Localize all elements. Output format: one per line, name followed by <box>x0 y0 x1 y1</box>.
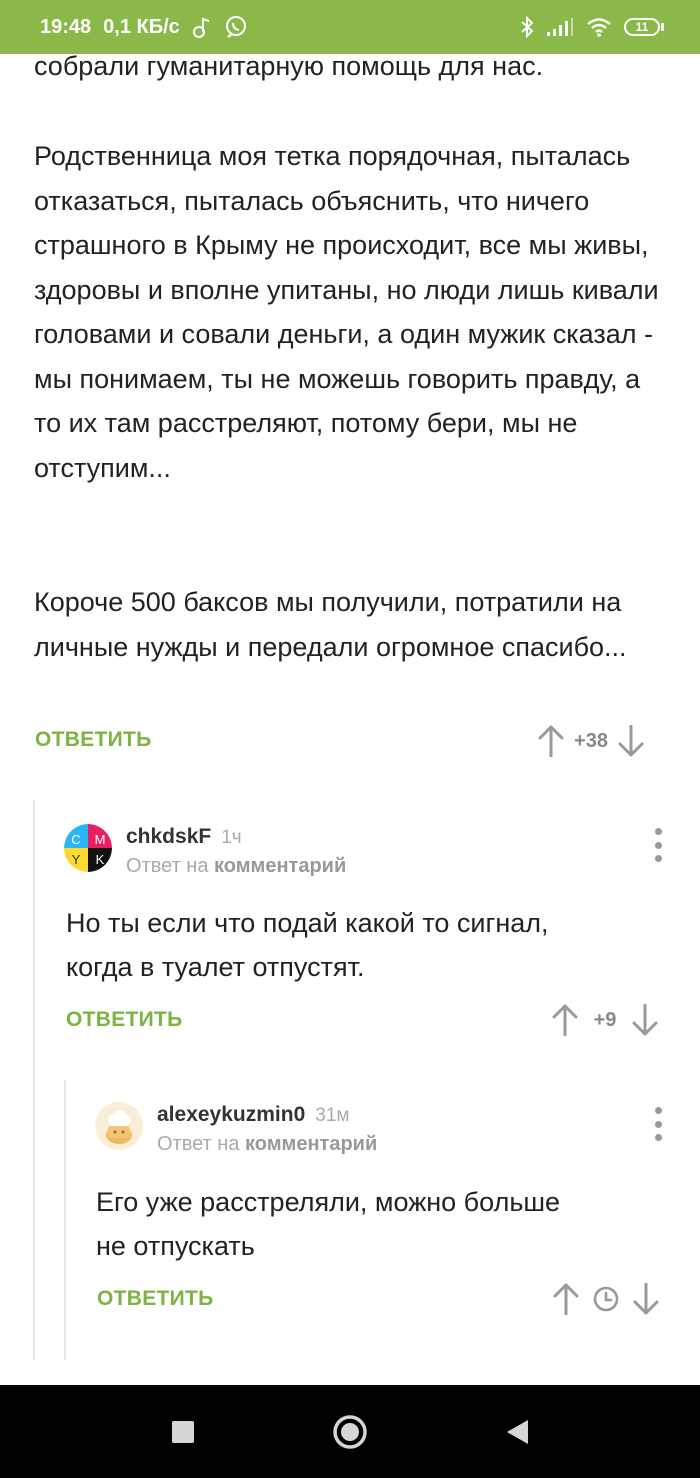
comment-text: Его уже расстреляли, можно больше не отп… <box>96 1187 561 1261</box>
back-icon[interactable] <box>487 1402 547 1462</box>
comment-header: C M Y K chkdskF 1ч Ответ на комментарий <box>64 824 346 878</box>
comment-votes: +9 <box>550 1003 660 1037</box>
reply-to-link[interactable]: Ответ на комментарий <box>157 1133 377 1156</box>
upvote-icon[interactable] <box>536 724 566 758</box>
comment-actions: ОТВЕТИТЬ <box>66 1008 183 1032</box>
signal-icon <box>546 17 574 37</box>
comment-text: Но ты если что подай какой то сигнал, ко… <box>66 908 549 982</box>
svg-text:C: C <box>71 832 80 847</box>
navigation-bar <box>0 1385 700 1478</box>
reply-to-link[interactable]: Ответ на комментарий <box>126 855 346 878</box>
post-paragraph: Родственница моя тетка порядочная, пытал… <box>34 141 659 483</box>
more-options-icon[interactable] <box>648 1107 668 1141</box>
downvote-icon[interactable] <box>631 1282 661 1316</box>
wifi-icon <box>586 17 612 37</box>
rating-value: +9 <box>593 1008 617 1031</box>
post-votes: +38 <box>536 724 646 758</box>
battery-icon: 11 <box>624 18 664 36</box>
downvote-icon[interactable] <box>630 1003 660 1037</box>
post-paragraph: Короче 500 баксов мы получили, потратили… <box>34 587 627 662</box>
home-icon[interactable] <box>320 1402 380 1462</box>
bluetooth-icon <box>520 16 534 38</box>
comment-author[interactable]: chkdskF <box>126 825 211 849</box>
svg-text:M: M <box>95 832 106 847</box>
comment-author[interactable]: alexeykuzmin0 <box>157 1103 305 1127</box>
network-speed: 0,1 КБ/с <box>103 15 180 38</box>
svg-text:K: K <box>96 852 105 867</box>
status-time: 19:48 <box>40 15 92 38</box>
upvote-icon[interactable] <box>550 1003 580 1037</box>
status-bar: 19:48 0,1 КБ/с 11 <box>0 0 700 54</box>
rating-pending-clock-icon <box>581 1285 631 1313</box>
comment-time: 1ч <box>221 827 242 848</box>
music-note-icon <box>192 16 212 38</box>
comment-votes <box>551 1282 661 1316</box>
comments-feed[interactable]: собрали гуманитарную помощь для нас. Род… <box>0 0 700 1385</box>
whatsapp-icon <box>224 15 248 39</box>
thread-line[interactable] <box>64 1080 66 1360</box>
avatar[interactable] <box>95 1102 143 1150</box>
comment-header: alexeykuzmin0 31м Ответ на комментарий <box>95 1102 377 1156</box>
avatar[interactable]: C M Y K <box>64 824 112 872</box>
downvote-icon[interactable] <box>616 724 646 758</box>
comment-time: 31м <box>315 1105 350 1126</box>
reply-button[interactable]: ОТВЕТИТЬ <box>97 1287 214 1311</box>
rating-value: +38 <box>574 729 608 752</box>
svg-text:Y: Y <box>72 852 81 867</box>
reply-button[interactable]: ОТВЕТИТЬ <box>66 1008 183 1032</box>
recent-apps-icon[interactable] <box>153 1402 213 1462</box>
reply-button[interactable]: ОТВЕТИТЬ <box>35 728 152 752</box>
upvote-icon[interactable] <box>551 1282 581 1316</box>
thread-line[interactable] <box>33 800 35 1360</box>
comment-actions: ОТВЕТИТЬ <box>97 1287 214 1311</box>
more-options-icon[interactable] <box>648 828 668 862</box>
post-actions: ОТВЕТИТЬ <box>35 728 152 752</box>
